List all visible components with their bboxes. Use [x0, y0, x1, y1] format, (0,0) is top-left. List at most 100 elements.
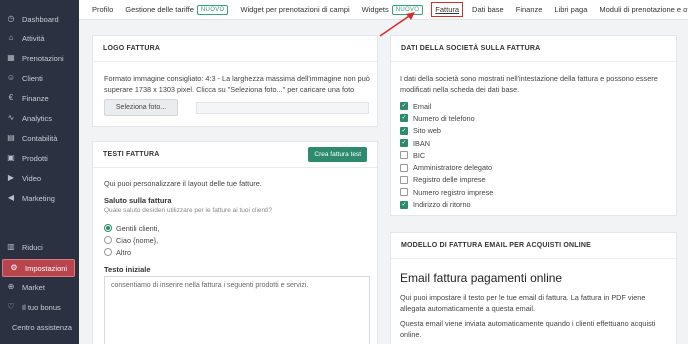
tab-label: Profilo — [92, 5, 114, 14]
heart-icon: ♡ — [7, 302, 15, 311]
chart-icon: ∿ — [7, 113, 15, 122]
tab-gestione-delle-tariffe[interactable]: Gestione delle tariffe NUOVO — [125, 4, 229, 15]
company-field-label: Numero registro imprese — [413, 187, 494, 197]
cart-icon: ⊕ — [7, 282, 15, 291]
megaphone-icon: ◀ — [7, 193, 15, 202]
select-photo-button[interactable]: Seleziona foto... — [104, 99, 178, 116]
tab-widget-per-prenotazioni-di-campi[interactable]: Widget per prenotazioni di campi — [240, 5, 349, 14]
document-icon: ▤ — [7, 133, 15, 142]
checkbox-checked-icon[interactable]: ✓ — [400, 102, 408, 111]
tab-finanze[interactable]: Finanze — [516, 5, 543, 14]
company-field-option[interactable]: ✓ Email — [400, 100, 493, 112]
checkbox-icon[interactable] — [400, 151, 408, 160]
radio-button[interactable] — [104, 236, 112, 244]
tab-dati-base[interactable]: Dati base — [472, 5, 504, 14]
greeting-option[interactable]: Ciao {nome}, — [104, 234, 159, 246]
email-paragraph-1: Qui puoi impostare il testo per le tue e… — [400, 293, 646, 313]
greeting-label: Saluto sulla fattura — [104, 196, 172, 205]
sidebar: ◷ Dashboard ⌂ Attività ▦ Prenotazioni ☺ Clienti… — [0, 0, 79, 344]
company-field-option[interactable]: Registro delle imprese — [400, 174, 493, 186]
company-field-label: Sito web — [413, 126, 441, 136]
company-field-label: BIC — [413, 150, 426, 160]
company-data-title: DATI DELLA SOCIETÀ SULLA FATTURA — [401, 45, 541, 52]
greeting-hint: Quale saluto desideri utilizzare per le … — [104, 207, 273, 214]
company-field-label: Registro delle imprese — [413, 175, 486, 185]
sidebar-item-finanze[interactable]: € Finanze — [0, 89, 79, 107]
sidebar-item-label: Market — [22, 282, 45, 292]
greeting-option-label: Ciao {nome}, — [116, 235, 159, 245]
initial-text-input[interactable]: consentiamo di inserire nella fattura i … — [104, 276, 370, 344]
tab-label: Moduli di prenotazione e offerte — [599, 5, 688, 14]
greeting-option[interactable]: Altro — [104, 246, 159, 258]
sidebar-item-impostazioni[interactable]: ⚙ Impostazioni — [2, 259, 75, 277]
invoice-texts-card: TESTI FATTURA Crea fattura test Qui puoi… — [92, 141, 378, 344]
company-data-description: I dati della società sono mostrati nell'… — [400, 74, 658, 94]
sidebar-item-clienti[interactable]: ☺ Clienti — [0, 69, 79, 87]
greeting-option[interactable]: Gentili clienti, — [104, 222, 159, 234]
company-field-option[interactable]: ✓ IBAN — [400, 137, 493, 149]
company-field-option[interactable]: ✓ Indirizzo di ritorno — [400, 198, 493, 210]
activity-icon: ⌂ — [8, 33, 14, 42]
sidebar-item-video[interactable]: ▶ Video — [0, 169, 79, 187]
sidebar-item-prodotti[interactable]: ▣ Prodotti — [0, 149, 79, 167]
sidebar-item-market[interactable]: ⊕ Market — [0, 278, 79, 296]
company-field-option[interactable]: BIC — [400, 149, 493, 161]
tab-moduli-di-prenotazione-e-offerte[interactable]: Moduli di prenotazione e offerte — [599, 5, 688, 14]
checkbox-checked-icon[interactable]: ✓ — [400, 114, 408, 123]
help-center-link[interactable]: Centro assistenza — [12, 323, 72, 332]
sidebar-item-label: Contabilità — [22, 133, 58, 143]
checkbox-icon[interactable] — [400, 188, 408, 197]
sidebar-item-attivit-[interactable]: ⌂ Attività — [0, 29, 79, 47]
company-field-label: Numero di telefono — [413, 113, 475, 123]
company-field-label: Indirizzo di ritorno — [413, 200, 471, 210]
sidebar-item-prenotazioni[interactable]: ▦ Prenotazioni — [0, 49, 79, 67]
sidebar-item-dashboard[interactable]: ◷ Dashboard — [0, 10, 79, 28]
logo-description: Formato immagine consigliato: 4:3 - La l… — [104, 74, 370, 94]
sidebar-item-label: Clienti — [22, 73, 43, 83]
company-field-option[interactable]: ✓ Numero di telefono — [400, 112, 493, 124]
company-data-header: DATI DELLA SOCIETÀ SULLA FATTURA — [391, 36, 676, 62]
checkbox-icon[interactable] — [400, 175, 408, 184]
company-field-label: IBAN — [413, 138, 431, 148]
company-field-option[interactable]: Amministratore delegato — [400, 161, 493, 173]
logo-card-title: LOGO FATTURA — [93, 36, 377, 62]
calendar-icon: ▦ — [7, 53, 15, 62]
checkbox-checked-icon[interactable]: ✓ — [400, 139, 408, 148]
sidebar-item-riduci[interactable]: ▥ Riduci — [0, 238, 79, 256]
euro-icon: € — [8, 93, 14, 102]
dashboard-icon: ◷ — [7, 14, 15, 23]
play-icon: ▶ — [7, 173, 15, 182]
initial-text-label: Testo iniziale — [104, 265, 151, 274]
annotation-arrow-icon — [379, 12, 415, 37]
sidebar-item-label: Prenotazioni — [22, 53, 64, 63]
sidebar-item-contabilit-[interactable]: ▤ Contabilità — [0, 129, 79, 147]
company-field-label: Amministratore delegato — [413, 163, 493, 173]
checkbox-icon[interactable] — [400, 163, 408, 172]
create-test-invoice-button[interactable]: Crea fattura test — [308, 147, 367, 162]
checkbox-checked-icon[interactable]: ✓ — [400, 200, 408, 209]
tab-fattura[interactable]: Fattura — [431, 2, 464, 17]
greeting-option-label: Gentili clienti, — [116, 223, 160, 233]
greeting-options: Gentili clienti, Ciao {nome}, Altro — [104, 222, 159, 258]
checkbox-checked-icon[interactable]: ✓ — [400, 126, 408, 135]
radio-button[interactable] — [104, 248, 112, 256]
tab-label: Libri paga — [554, 5, 588, 14]
radio-button[interactable] — [104, 224, 112, 232]
company-data-card: DATI DELLA SOCIETÀ SULLA FATTURA I dati … — [390, 35, 677, 216]
sidebar-item-marketing[interactable]: ◀ Marketing — [0, 189, 79, 207]
logo-card: LOGO FATTURA Formato immagine consigliat… — [92, 35, 378, 127]
company-field-option[interactable]: Numero registro imprese — [400, 186, 493, 198]
sidebar-item-il-tuo-bonus[interactable]: ♡ Il tuo bonus — [0, 298, 79, 316]
user-icon: ☺ — [6, 73, 16, 82]
company-field-option[interactable]: ✓ Sito web — [400, 125, 493, 137]
tab-libri-paga[interactable]: Libri paga — [554, 5, 587, 14]
email-paragraph-2: Questa email viene inviata automaticamen… — [400, 319, 656, 339]
tab-profilo[interactable]: Profilo — [92, 5, 113, 14]
gear-icon: ⚙ — [10, 263, 18, 272]
company-field-label: Email — [413, 101, 432, 111]
tab-label: Dati base — [472, 5, 504, 14]
sidebar-item-label: Riduci — [22, 242, 43, 252]
sidebar-item-analytics[interactable]: ∿ Analytics — [0, 109, 79, 127]
texts-intro: Qui puoi personalizzare il layout delle … — [104, 179, 262, 188]
logo-card-title-text: LOGO FATTURA — [103, 45, 161, 52]
